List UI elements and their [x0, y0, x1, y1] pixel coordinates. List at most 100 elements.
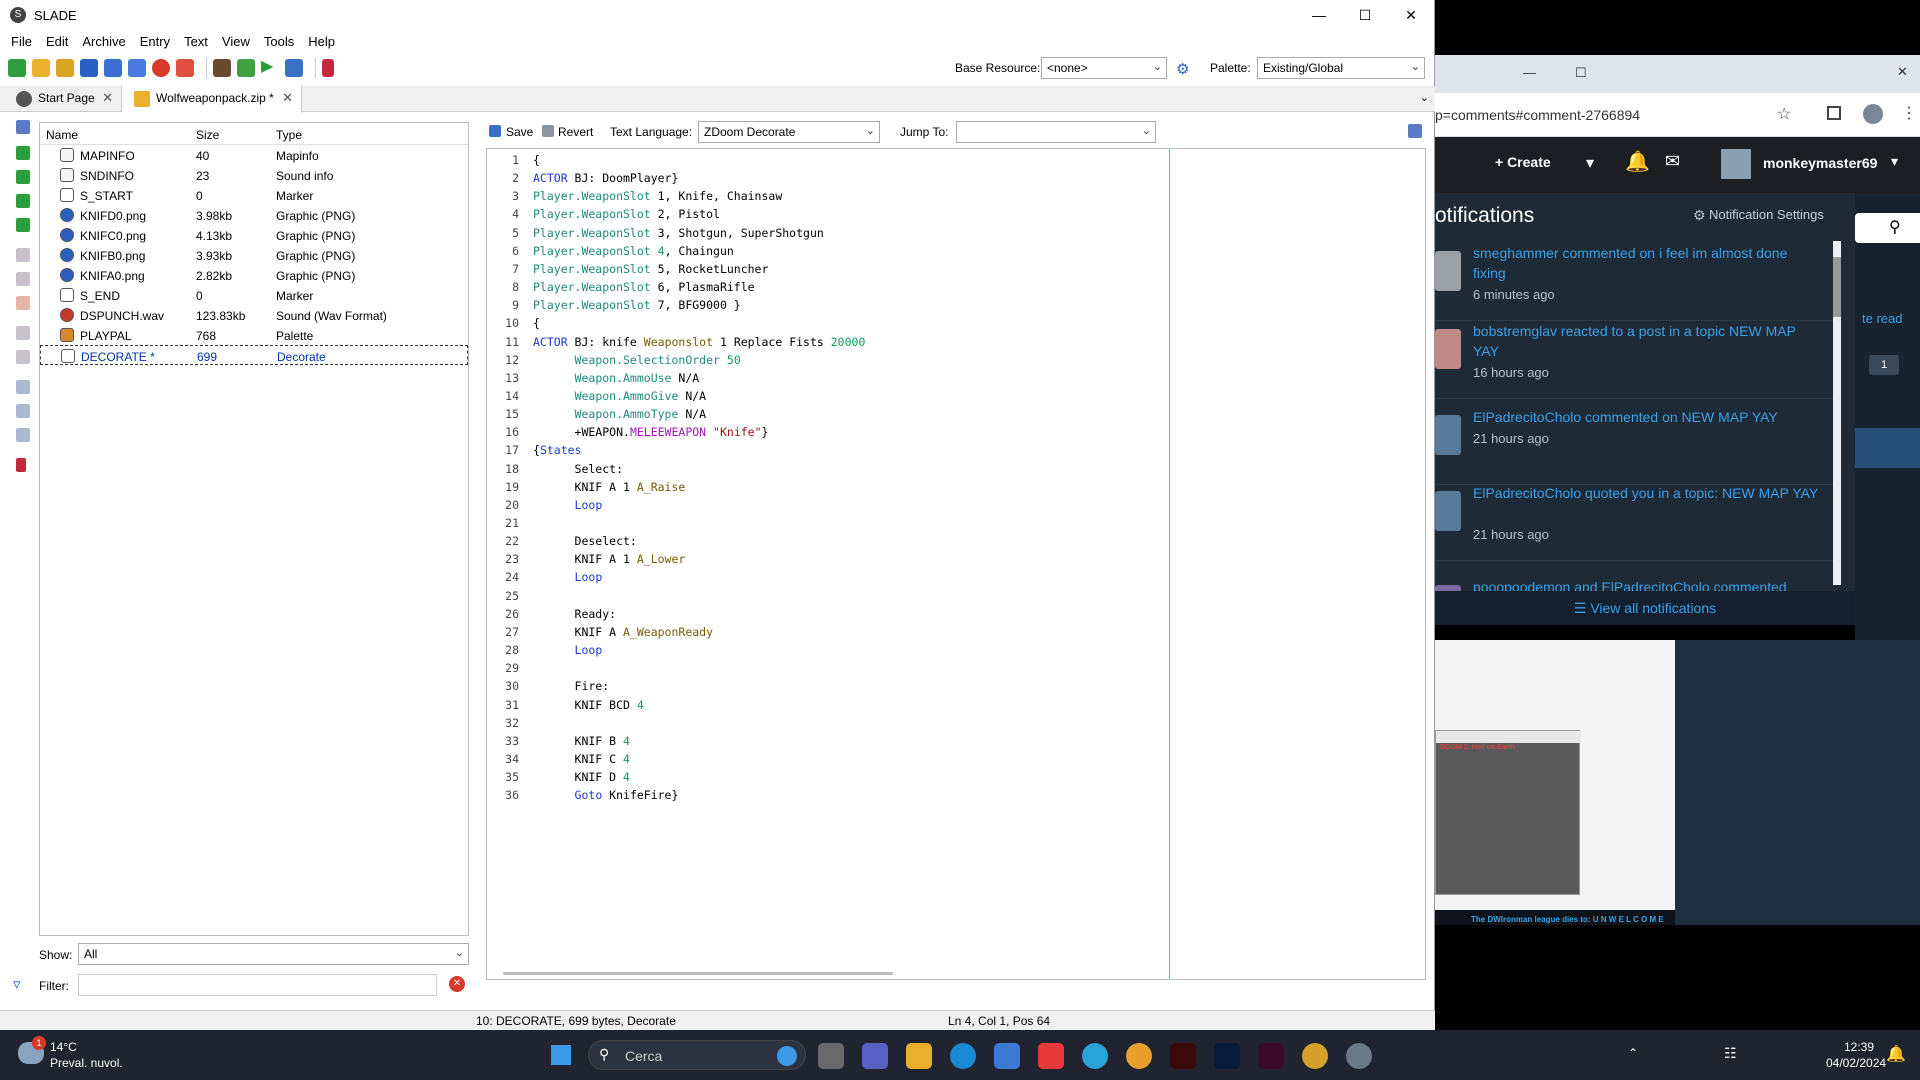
col-name[interactable]: Name [46, 128, 78, 142]
maximize-button[interactable]: ☐ [1342, 0, 1388, 30]
list-item[interactable]: SNDINFO 23 Sound info [40, 165, 468, 185]
photoshop-icon[interactable] [1214, 1043, 1240, 1069]
scrollbar-thumb[interactable] [1833, 257, 1841, 317]
teams-icon[interactable] [862, 1043, 888, 1069]
bookmark-icon[interactable] [16, 458, 26, 472]
filter-input[interactable] [78, 974, 437, 996]
envelope-icon[interactable]: ✉ [1665, 151, 1680, 172]
menu-edit[interactable]: Edit [39, 34, 75, 49]
username[interactable]: monkeymaster69 [1763, 155, 1877, 171]
code-editor[interactable]: 1 2 3 4 5 6 7 8 9 10 11 12 13 14 15 16 17 18 19 20 21 22 23 24 2… [486, 148, 1426, 980]
weather-temp[interactable]: 14°C [50, 1040, 77, 1054]
save-as-icon[interactable] [104, 59, 122, 77]
notification-text[interactable]: ElPadrecitoCholo quoted you in a topic: … [1473, 483, 1823, 503]
revert-button[interactable]: Revert [558, 125, 593, 139]
editor-options-icon[interactable] [1408, 124, 1422, 138]
open-dir-icon[interactable] [56, 59, 74, 77]
clock-date[interactable]: 04/02/2024 [1826, 1056, 1886, 1070]
sidebar-icon[interactable] [1827, 106, 1841, 120]
jump-to-select[interactable]: ⌄ [956, 121, 1156, 143]
palette-select[interactable]: Existing/Global ⌄ [1257, 57, 1425, 79]
profile-avatar[interactable] [1863, 104, 1883, 124]
view-all-link[interactable]: View all notifications [1590, 600, 1716, 616]
map-editor-icon[interactable] [213, 59, 231, 77]
menu-archive[interactable]: Archive [75, 34, 132, 49]
menu-text[interactable]: Text [177, 34, 215, 49]
new-archive-icon[interactable] [8, 59, 26, 77]
close-all-icon[interactable] [176, 59, 194, 77]
search-icon[interactable]: ⚲ [1889, 217, 1901, 237]
illustrator-icon[interactable] [1170, 1043, 1196, 1069]
list-item[interactable]: KNIFB0.png 3.93kb Graphic (PNG) [40, 245, 468, 265]
list-item[interactable]: S_START 0 Marker [40, 185, 468, 205]
close-archive-icon[interactable] [152, 59, 170, 77]
show-select[interactable]: All ⌄ [78, 943, 469, 965]
delete-icon[interactable] [16, 296, 30, 310]
menu-file[interactable]: File [4, 34, 39, 49]
indesign-icon[interactable] [1258, 1043, 1284, 1069]
horizontal-scrollbar[interactable] [503, 972, 893, 975]
export-icon[interactable] [16, 218, 30, 232]
user-avatar[interactable] [1721, 149, 1751, 179]
list-item[interactable]: KNIFC0.png 4.13kb Graphic (PNG) [40, 225, 468, 245]
maximize-button[interactable]: ☐ [1575, 65, 1587, 81]
notification-item[interactable]: ElPadrecitoCholo quoted you in a topic: … [1435, 483, 1835, 561]
base-resource-select[interactable]: <none> ⌄ [1041, 57, 1167, 79]
copy-icon[interactable] [16, 120, 30, 134]
save-icon[interactable] [80, 59, 98, 77]
tab-start-page[interactable]: Start Page ✕ [4, 86, 122, 112]
close-tab-icon[interactable]: ✕ [282, 90, 293, 106]
chrome-active-icon[interactable] [1302, 1043, 1328, 1069]
tools-icon[interactable] [285, 59, 303, 77]
bell-icon[interactable]: 🔔 [1625, 149, 1650, 174]
slade-taskbar-icon[interactable] [1346, 1043, 1372, 1069]
chevron-up-icon[interactable]: ⌃ [1628, 1046, 1638, 1060]
more-menu-icon[interactable]: ⋮ [1901, 103, 1917, 123]
move-down-icon[interactable] [16, 404, 30, 418]
clock-time[interactable]: 12:39 [1844, 1040, 1874, 1054]
text-language-select[interactable]: ZDoom Decorate ⌄ [698, 121, 880, 143]
menu-entry[interactable]: Entry [133, 34, 177, 49]
side-link[interactable]: te read [1862, 311, 1902, 326]
file-explorer-icon[interactable] [906, 1043, 932, 1069]
edit-icon[interactable] [16, 272, 30, 286]
close-button[interactable]: ✕ [1388, 0, 1434, 30]
search-box[interactable]: ⚲ [1855, 213, 1920, 243]
minimize-button[interactable]: — [1523, 65, 1536, 80]
store-icon[interactable] [994, 1043, 1020, 1069]
notification-bell-icon[interactable]: 🔔 [1886, 1044, 1906, 1064]
star-icon[interactable]: ☆ [1777, 104, 1791, 124]
windows-start-icon[interactable] [551, 1045, 571, 1065]
notification-text[interactable]: smeghammer commented on i feel im almost… [1473, 243, 1823, 283]
address-bar[interactable]: p=comments#comment-2766894 ☆ ⋮ [1435, 93, 1920, 137]
notification-text[interactable]: ElPadrecitoCholo commented on NEW MAP YA… [1473, 407, 1823, 427]
run-icon[interactable]: ▶ [261, 59, 279, 77]
list-item[interactable]: DECORATE * 699 Decorate [40, 345, 468, 365]
save-button[interactable]: Save [506, 125, 533, 139]
gear-icon[interactable]: ⚙ [1693, 207, 1706, 224]
list-item[interactable]: DSPUNCH.wav 123.83kb Sound (Wav Format) [40, 305, 468, 325]
search-bar[interactable]: ⚲ Cerca [588, 1040, 806, 1070]
open-archive-icon[interactable] [32, 59, 50, 77]
network-icon[interactable]: ☷ [1724, 1045, 1737, 1062]
sort-icon[interactable] [16, 428, 30, 442]
weather-desc[interactable]: Preval. nuvol. [50, 1056, 123, 1070]
col-size[interactable]: Size [196, 128, 219, 142]
copy-entry-icon[interactable] [16, 326, 30, 340]
list-item[interactable]: MAPINFO 40 Mapinfo [40, 145, 468, 165]
menu-tools[interactable]: Tools [257, 34, 301, 49]
list-item[interactable]: KNIFD0.png 3.98kb Graphic (PNG) [40, 205, 468, 225]
notification-item[interactable]: ElPadrecitoCholo commented on NEW MAP YA… [1435, 407, 1835, 485]
rename-icon[interactable] [16, 248, 30, 262]
notification-settings-link[interactable]: Notification Settings [1709, 207, 1824, 222]
task-view-icon[interactable] [818, 1043, 844, 1069]
close-button[interactable]: ✕ [1897, 64, 1908, 80]
clear-filter-icon[interactable]: ✕ [449, 976, 465, 992]
edge-icon[interactable] [950, 1043, 976, 1069]
menu-help[interactable]: Help [301, 34, 342, 49]
save-all-icon[interactable] [128, 59, 146, 77]
list-item[interactable]: PLAYPAL 768 Palette [40, 325, 468, 345]
scrollbar[interactable] [1833, 241, 1841, 585]
import-icon[interactable] [16, 194, 30, 208]
app-blue-icon[interactable] [1082, 1043, 1108, 1069]
